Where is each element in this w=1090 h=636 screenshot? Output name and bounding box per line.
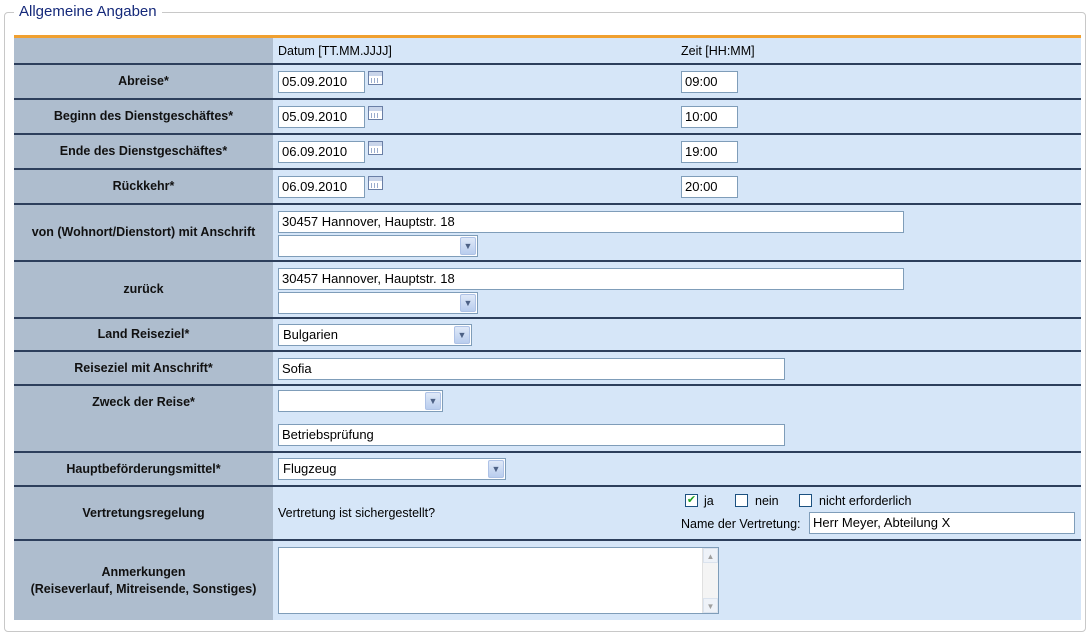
option-nein-checkbox[interactable] bbox=[735, 494, 748, 507]
rueckkehr-time-input[interactable]: 20:00 bbox=[681, 176, 738, 198]
zurueck-address-input[interactable]: 30457 Hannover, Hauptstr. 18 bbox=[278, 268, 904, 290]
vertretung-question: Vertretung ist sichergestellt? bbox=[278, 506, 436, 520]
anmerkungen-label-line2: (Reiseverlauf, Mitreisende, Sonstiges) bbox=[30, 581, 257, 596]
calendar-icon[interactable] bbox=[368, 176, 383, 190]
rueckkehr-date-input[interactable]: 06.09.2010 bbox=[278, 176, 365, 198]
row-reiseziel: Reiseziel mit Anschrift* Sofia bbox=[14, 351, 1081, 386]
row-befoerderung: Hauptbeförderungsmittel* Flugzeug ▼ bbox=[14, 452, 1081, 487]
scroll-down-icon[interactable]: ▼ bbox=[703, 598, 718, 613]
section-title: Allgemeine Angaben bbox=[14, 3, 162, 20]
row-vertretung: Vertretungsregelung Vertretung ist siche… bbox=[14, 486, 1081, 541]
row-anmerkungen: Anmerkungen (Reiseverlauf, Mitreisende, … bbox=[14, 540, 1081, 620]
ende-label: Ende des Dienstgeschäftes* bbox=[14, 134, 273, 170]
reiseziel-input[interactable]: Sofia bbox=[278, 358, 785, 380]
chevron-down-icon[interactable]: ▼ bbox=[454, 326, 470, 344]
row-beginn: Beginn des Dienstgeschäftes* 05.09.2010 … bbox=[14, 99, 1081, 135]
row-zweck: Zweck der Reise* ▼ Betriebsprüfung bbox=[14, 385, 1081, 453]
rueckkehr-label: Rückkehr* bbox=[14, 169, 273, 205]
vertretung-name-input[interactable]: Herr Meyer, Abteilung X bbox=[809, 512, 1075, 534]
von-address-input[interactable]: 30457 Hannover, Hauptstr. 18 bbox=[278, 211, 904, 233]
chevron-down-icon[interactable]: ▼ bbox=[460, 237, 476, 255]
chevron-down-icon[interactable]: ▼ bbox=[425, 392, 441, 410]
zurueck-address-select[interactable]: ▼ bbox=[278, 292, 478, 314]
calendar-icon[interactable] bbox=[368, 71, 383, 85]
ende-time-input[interactable]: 19:00 bbox=[681, 141, 738, 163]
scroll-up-icon[interactable]: ▲ bbox=[703, 548, 718, 563]
abreise-time-input[interactable]: 09:00 bbox=[681, 71, 738, 93]
beginn-date-input[interactable]: 05.09.2010 bbox=[278, 106, 365, 128]
textarea-scrollbar[interactable]: ▲ ▼ bbox=[702, 548, 718, 613]
row-von: von (Wohnort/Dienstort) mit Anschrift 30… bbox=[14, 204, 1081, 262]
vertretung-name-label: Name der Vertretung: bbox=[681, 517, 801, 531]
row-zurueck: zurück 30457 Hannover, Hauptstr. 18 ▼ bbox=[14, 261, 1081, 319]
row-abreise: Abreise* 05.09.2010 09:00 bbox=[14, 64, 1081, 100]
option-nicht-erforderlich-label: nicht erforderlich bbox=[819, 494, 912, 508]
time-column-header: Zeit [HH:MM] bbox=[681, 44, 755, 58]
beginn-label: Beginn des Dienstgeschäftes* bbox=[14, 99, 273, 135]
row-land: Land Reiseziel* Bulgarien ▼ bbox=[14, 318, 1081, 352]
beginn-time-input[interactable]: 10:00 bbox=[681, 106, 738, 128]
chevron-down-icon[interactable]: ▼ bbox=[460, 294, 476, 312]
anmerkungen-label: Anmerkungen (Reiseverlauf, Mitreisende, … bbox=[14, 540, 273, 620]
option-nein-label: nein bbox=[755, 494, 779, 508]
date-column-header: Datum [TT.MM.JJJJ] bbox=[278, 44, 392, 58]
von-label: von (Wohnort/Dienstort) mit Anschrift bbox=[14, 204, 273, 262]
reiseziel-label: Reiseziel mit Anschrift* bbox=[14, 351, 273, 386]
checkmark-icon: ✔ bbox=[686, 494, 697, 506]
abreise-date-input[interactable]: 05.09.2010 bbox=[278, 71, 365, 93]
anmerkungen-label-line1: Anmerkungen bbox=[101, 564, 186, 579]
row-rueckkehr: Rückkehr* 06.09.2010 20:00 bbox=[14, 169, 1081, 205]
option-nicht-erforderlich-checkbox[interactable] bbox=[799, 494, 812, 507]
zweck-select[interactable]: ▼ bbox=[278, 390, 443, 412]
anmerkungen-textarea[interactable]: ▲ ▼ bbox=[278, 547, 719, 614]
option-ja-checkbox[interactable]: ✔ bbox=[685, 494, 698, 507]
zweck-label: Zweck der Reise* bbox=[14, 385, 273, 453]
chevron-down-icon[interactable]: ▼ bbox=[488, 460, 504, 478]
befoerderung-label: Hauptbeförderungsmittel* bbox=[14, 452, 273, 487]
zweck-text-input[interactable]: Betriebsprüfung bbox=[278, 424, 785, 446]
column-header-row: Datum [TT.MM.JJJJ] Zeit [HH:MM] bbox=[14, 38, 1081, 65]
land-label: Land Reiseziel* bbox=[14, 318, 273, 352]
row-ende: Ende des Dienstgeschäftes* 06.09.2010 19… bbox=[14, 134, 1081, 170]
travel-form-table: Datum [TT.MM.JJJJ] Zeit [HH:MM] Abreise*… bbox=[14, 38, 1081, 620]
ende-date-input[interactable]: 06.09.2010 bbox=[278, 141, 365, 163]
von-address-select[interactable]: ▼ bbox=[278, 235, 478, 257]
befoerderung-select[interactable]: Flugzeug ▼ bbox=[278, 458, 506, 480]
land-select[interactable]: Bulgarien ▼ bbox=[278, 324, 472, 346]
zurueck-label: zurück bbox=[14, 261, 273, 319]
abreise-label: Abreise* bbox=[14, 64, 273, 100]
vertretung-label: Vertretungsregelung bbox=[14, 486, 273, 541]
option-ja-label: ja bbox=[704, 494, 714, 508]
calendar-icon[interactable] bbox=[368, 141, 383, 155]
calendar-icon[interactable] bbox=[368, 106, 383, 120]
